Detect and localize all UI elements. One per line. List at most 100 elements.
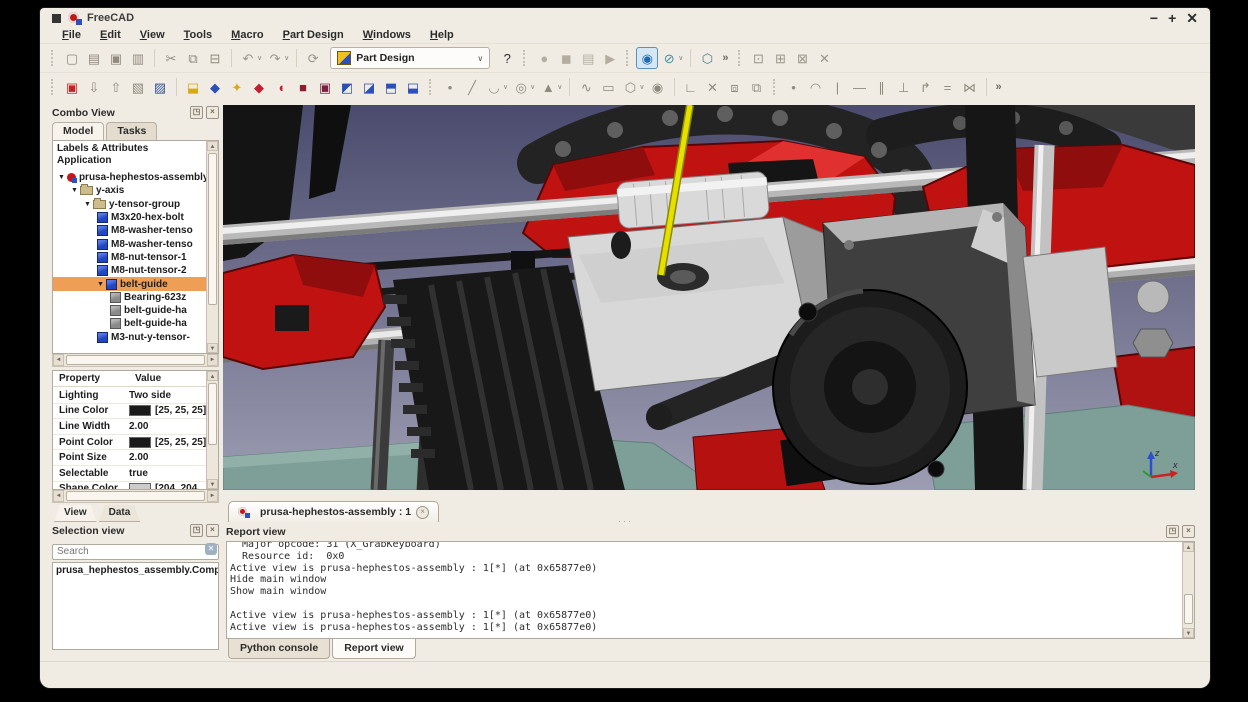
create-conic-button[interactable]: ▲ [537, 76, 559, 98]
scroll-up-icon[interactable]: ▲ [207, 141, 218, 151]
toolbar-drag-handle[interactable] [773, 79, 778, 95]
tab-python-console[interactable]: Python console [228, 639, 330, 659]
cut-button[interactable]: ✂ [160, 47, 182, 69]
pattern-polar-button[interactable]: ▣ [314, 76, 336, 98]
redo-button[interactable]: ↷ [264, 47, 286, 69]
expand-arrow-icon[interactable]: ▼ [71, 187, 78, 194]
menu-file[interactable]: File [62, 29, 81, 41]
constrain-equal-button[interactable]: = [937, 76, 959, 98]
macro-stop-button[interactable]: ◼ [555, 47, 577, 69]
create-arc-button[interactable]: ◡ [483, 76, 505, 98]
tab-tasks[interactable]: Tasks [106, 122, 157, 140]
copy-button[interactable]: ⧉ [182, 47, 204, 69]
thickness-button[interactable]: ⬓ [402, 76, 424, 98]
constrain-horizontal-button[interactable]: — [849, 76, 871, 98]
create-point-button[interactable]: • [439, 76, 461, 98]
expand-arrow-icon[interactable]: ▼ [58, 174, 65, 181]
close-panel-icon[interactable]: × [206, 106, 219, 119]
tree-pre-selection-button[interactable]: ✕ [814, 47, 836, 69]
search-input[interactable] [52, 544, 219, 560]
axonometric-view-button[interactable]: ⬡ [696, 47, 718, 69]
toolbar-overflow-icon[interactable]: » [722, 52, 728, 64]
tree-item-y-tensor-group[interactable]: ▼y-tensor-group [53, 198, 207, 211]
new-document-button[interactable]: ▢ [61, 47, 83, 69]
tab-view[interactable]: View [54, 505, 97, 522]
menu-windows[interactable]: Windows [363, 29, 411, 41]
dropdown-chevron-icon[interactable]: ∨ [639, 83, 644, 91]
scroll-left-icon[interactable]: ◄ [53, 354, 64, 366]
maximize-button[interactable]: + [1168, 11, 1176, 25]
tree-item-m3-nut-y-tensor[interactable]: M3-nut-y-tensor- [53, 331, 207, 344]
tree-collapse-button[interactable]: ⊠ [792, 47, 814, 69]
print-button[interactable]: ▥ [127, 47, 149, 69]
close-document-tab-icon[interactable]: × [416, 506, 429, 519]
document-tab[interactable]: prusa-hephestos-assembly : 1 × [228, 501, 439, 522]
pattern-linear-button[interactable]: ■ [292, 76, 314, 98]
tree-item-belt-guide-ha[interactable]: belt-guide-ha [53, 304, 207, 317]
dropdown-chevron-icon[interactable]: ∨ [503, 83, 508, 91]
scroll-up-icon[interactable]: ▲ [207, 371, 218, 381]
constrain-symmetric-button[interactable]: ⋈ [959, 76, 981, 98]
groove-button[interactable]: ✦ [226, 76, 248, 98]
tab-model[interactable]: Model [52, 122, 104, 140]
tab-report-view[interactable]: Report view [332, 639, 416, 659]
toolbar-drag-handle[interactable] [738, 50, 743, 66]
menu-tools[interactable]: Tools [184, 29, 213, 41]
scroll-down-icon[interactable]: ▼ [1183, 628, 1194, 638]
constrain-coincident-button[interactable]: • [783, 76, 805, 98]
toolbar-drag-handle[interactable] [51, 79, 56, 95]
expand-arrow-icon[interactable]: ▼ [97, 281, 104, 288]
dropdown-chevron-icon[interactable]: ∨ [530, 83, 535, 91]
scroll-down-icon[interactable]: ▼ [207, 343, 218, 353]
fit-all-button[interactable]: ◉ [636, 47, 658, 69]
tree-item-m8-nut-tensor-1[interactable]: M8-nut-tensor-1 [53, 251, 207, 264]
property-row-line-color[interactable]: Line Color[25, 25, 25] [53, 404, 207, 420]
view-sketch-button[interactable]: ⇧ [105, 76, 127, 98]
toolbar-drag-handle[interactable] [429, 79, 434, 95]
draft-button[interactable]: ⬒ [380, 76, 402, 98]
tree-item-m3x20-hex-bolt[interactable]: M3x20-hex-bolt [53, 211, 207, 224]
draw-style-button[interactable]: ⊘ [658, 47, 680, 69]
create-polygon-button[interactable]: ⬡ [619, 76, 641, 98]
coordinate-axes-button[interactable]: ∟ [680, 76, 702, 98]
selection-list-item[interactable]: prusa_hephestos_assembly.CompoundC [53, 563, 218, 578]
paste-button[interactable]: ⊟ [204, 47, 226, 69]
macro-edit-button[interactable]: ▤ [577, 47, 599, 69]
scroll-down-icon[interactable]: ▼ [207, 479, 218, 489]
constrain-point-on-object-button[interactable]: ◠ [805, 76, 827, 98]
menu-part-design[interactable]: Part Design [283, 29, 344, 41]
constrain-perpendicular-button[interactable]: ⊥ [893, 76, 915, 98]
toolbar-overflow-icon[interactable]: » [996, 81, 1002, 93]
3d-viewport[interactable]: z x [223, 105, 1195, 490]
constrain-tangent-button[interactable]: ↱ [915, 76, 937, 98]
whats-this-button[interactable]: ? [496, 47, 518, 69]
float-panel-icon[interactable]: ◳ [190, 106, 203, 119]
property-row-line-width[interactable]: Line Width2.00 [53, 419, 207, 435]
create-rectangle-button[interactable]: ▭ [597, 76, 619, 98]
clear-search-icon[interactable]: ✕ [205, 543, 217, 555]
minimize-button[interactable]: − [1150, 11, 1158, 25]
property-vertical-scrollbar[interactable]: ▲ ▼ [206, 371, 218, 489]
close-panel-icon[interactable]: × [1182, 525, 1195, 538]
save-document-button[interactable]: ▣ [105, 47, 127, 69]
tab-data[interactable]: Data [99, 505, 141, 522]
create-circle-button[interactable]: ◎ [510, 76, 532, 98]
open-document-button[interactable]: ▤ [83, 47, 105, 69]
tree-item-m8-washer-tenso[interactable]: M8-washer-tenso [53, 224, 207, 237]
toolbar-drag-handle[interactable] [51, 50, 56, 66]
pad-button[interactable]: ⬓ [182, 76, 204, 98]
chamfer-button[interactable]: ◪ [358, 76, 380, 98]
property-row-shape-color[interactable]: Shape Color[204, 204, [53, 482, 207, 489]
tree-item-belt-guide-ha[interactable]: belt-guide-ha [53, 317, 207, 330]
create-line-button[interactable]: ╱ [461, 76, 483, 98]
expand-arrow-icon[interactable]: ▼ [84, 201, 91, 208]
tree-item-belt-guide[interactable]: ▼belt-guide [53, 277, 207, 290]
constrain-parallel-button[interactable]: ∥ [871, 76, 893, 98]
menu-help[interactable]: Help [430, 29, 454, 41]
tree-item-prusa-hephestos-assembly[interactable]: ▼prusa-hephestos-assembly [53, 171, 207, 184]
menu-view[interactable]: View [140, 29, 165, 41]
refresh-button[interactable]: ⟳ [302, 47, 324, 69]
undo-button[interactable]: ↶ [237, 47, 259, 69]
scroll-up-icon[interactable]: ▲ [1183, 542, 1194, 552]
toolbar-drag-handle[interactable] [523, 50, 528, 66]
